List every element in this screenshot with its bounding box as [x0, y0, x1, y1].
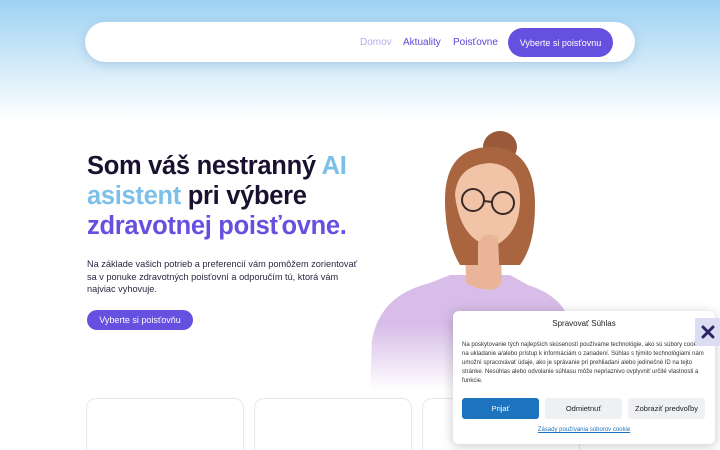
preferences-button[interactable]: Zobraziť predvoľby	[628, 398, 705, 419]
hero-title: Som váš nestranný AI asistent pri výbere z…	[87, 151, 377, 241]
hero-title-ai: AI	[321, 152, 347, 180]
hero-description: Na základe vašich potrieb a preferencií …	[87, 259, 358, 294]
nav-cta-button[interactable]: Vyberte si poisťovnu	[508, 28, 613, 57]
hero-cta-button[interactable]: Vyberte si poisťovňu	[87, 310, 193, 330]
nav-link-home[interactable]: Domov	[360, 37, 392, 49]
feature-card	[86, 398, 244, 450]
cookie-title: Spravovať Súhlas	[552, 319, 616, 328]
nav-link-news[interactable]: Aktuality	[403, 37, 441, 49]
cookie-description: Na poskytovanie tých najlepších skúsenos…	[462, 342, 704, 384]
hero-title-assistant: asistent	[87, 182, 181, 210]
nav-link-insurance[interactable]: Poisťovne	[453, 37, 498, 49]
deny-button[interactable]: Odmietnuť	[545, 398, 622, 419]
feature-card	[254, 398, 412, 450]
top-navbar: Domov Aktuality Poisťovne Vyberte si poi…	[85, 22, 635, 62]
cookie-policy-link[interactable]: Zásady používania súborov cookie	[453, 427, 715, 433]
cookie-consent-dialog: Spravovať Súhlas Na poskytovanie tých na…	[453, 311, 715, 444]
hero-title-part-3: pri výbere	[180, 182, 307, 210]
accept-button[interactable]: Prijať	[462, 398, 539, 419]
close-icon[interactable]	[695, 318, 720, 346]
hero-title-part-1: Som váš nestranný	[87, 152, 322, 180]
hero-title-insurance: zdravotnej poisťovne.	[87, 212, 347, 240]
